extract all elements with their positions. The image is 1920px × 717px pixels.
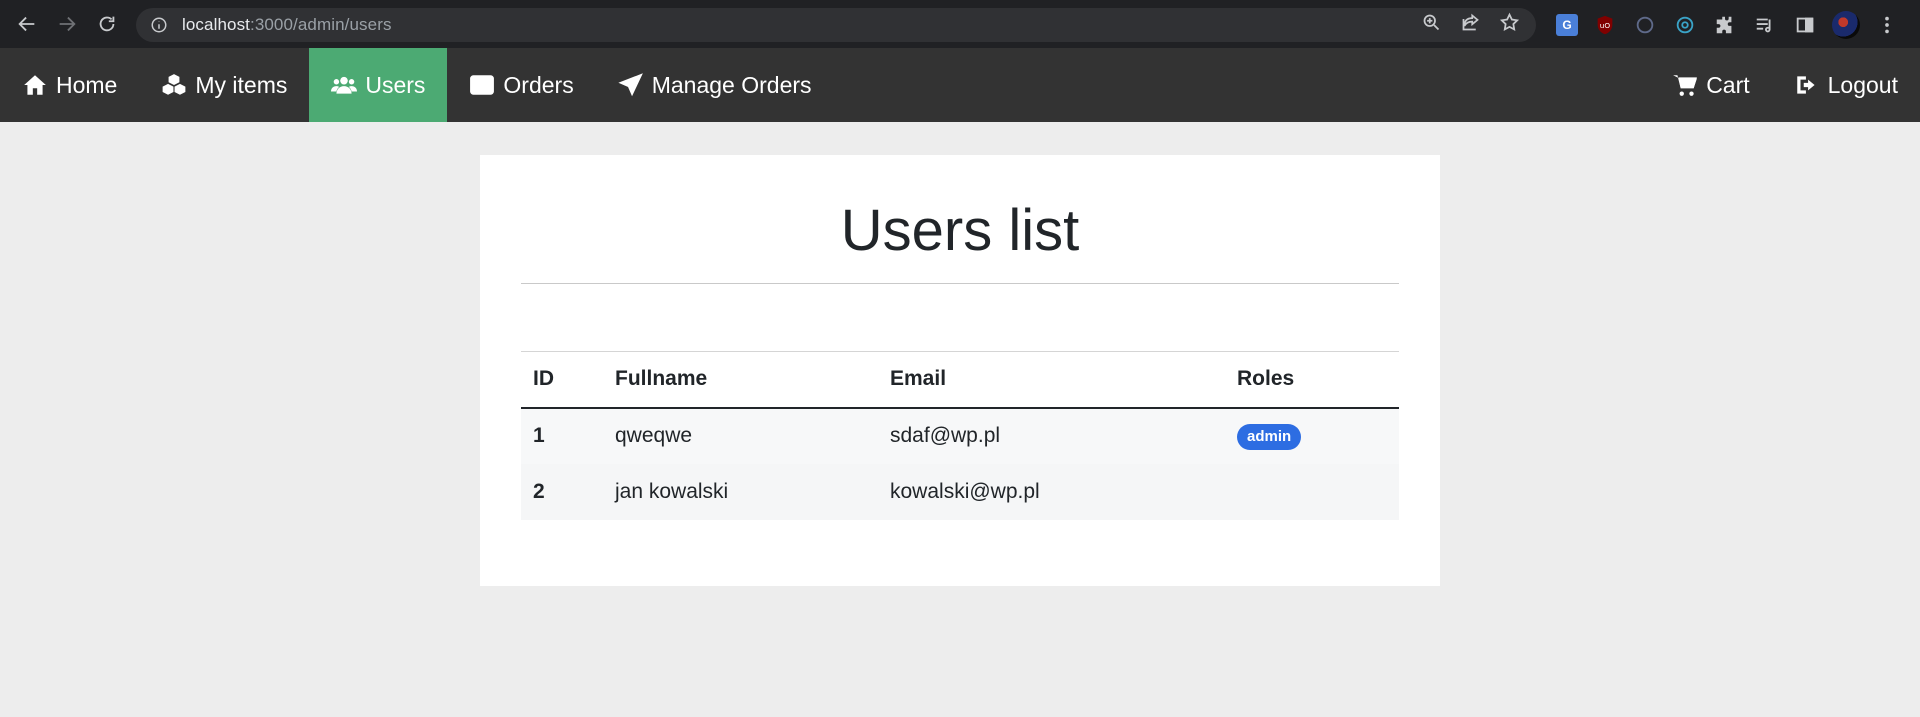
users-card: Users list ID Fullname Email Roles 1 qwe… — [480, 155, 1440, 586]
table-row: 2 jan kowalski kowalski@wp.pl — [521, 463, 1399, 520]
title-divider — [521, 283, 1399, 284]
reload-button[interactable] — [87, 4, 127, 44]
cell-id: 1 — [521, 407, 603, 464]
zoom-icon[interactable] — [1421, 12, 1442, 38]
cell-email: sdaf@wp.pl — [878, 407, 1225, 464]
cell-email: kowalski@wp.pl — [878, 463, 1225, 520]
nav-my-items-label: My items — [195, 71, 288, 98]
cell-fullname: qweqwe — [603, 407, 878, 464]
nav-manage-orders-label: Manage Orders — [651, 71, 812, 98]
nav-my-items[interactable]: My items — [139, 48, 309, 122]
main-navbar: Home My items Users Orders Manage Orders… — [0, 48, 1920, 122]
cell-fullname: jan kowalski — [603, 463, 878, 520]
reading-list-icon[interactable] — [1752, 12, 1778, 38]
extensions-area: G uO — [1556, 8, 1900, 42]
logout-icon — [1796, 76, 1815, 94]
extension-circle-icon[interactable] — [1632, 12, 1658, 38]
header-id: ID — [521, 351, 603, 409]
page-title: Users list — [840, 198, 1080, 263]
cell-roles: admin — [1225, 407, 1399, 464]
side-panel-icon[interactable] — [1792, 12, 1818, 38]
nav-orders[interactable]: Orders — [447, 48, 595, 122]
reload-icon — [99, 16, 115, 32]
ublock-label: uO — [1600, 21, 1611, 30]
users-icon — [331, 76, 358, 94]
header-email: Email — [878, 351, 1225, 409]
translate-extension-icon[interactable]: G — [1556, 14, 1578, 36]
paper-plane-icon — [618, 73, 643, 97]
url-text: localhost:3000/admin/users — [182, 15, 392, 35]
nav-manage-orders[interactable]: Manage Orders — [596, 48, 834, 122]
share-icon[interactable] — [1460, 12, 1481, 38]
nav-home[interactable]: Home — [0, 48, 139, 122]
role-badge: admin — [1237, 423, 1302, 450]
nav-logout[interactable]: Logout — [1772, 48, 1920, 122]
header-roles: Roles — [1225, 351, 1399, 409]
more-icon[interactable] — [1874, 12, 1900, 38]
cell-roles — [1225, 463, 1399, 520]
address-bar[interactable]: localhost:3000/admin/users — [136, 8, 1536, 42]
cubes-icon — [162, 74, 186, 95]
back-icon — [18, 16, 35, 32]
nav-users[interactable]: Users — [309, 48, 448, 122]
credit-card-icon — [470, 75, 495, 95]
nav-users-label: Users — [365, 71, 426, 98]
puzzle-icon[interactable] — [1712, 12, 1738, 38]
nav-cart-label: Cart — [1706, 71, 1750, 98]
url-host: localhost — [182, 15, 250, 34]
cell-id: 2 — [521, 463, 603, 520]
back-button[interactable] — [7, 4, 47, 44]
nav-cart[interactable]: Cart — [1650, 48, 1771, 122]
nav-orders-label: Orders — [503, 71, 574, 98]
ublock-icon[interactable]: uO — [1592, 12, 1618, 38]
browser-toolbar: localhost:3000/admin/users G uO — [0, 0, 1920, 48]
forward-button[interactable] — [47, 4, 87, 44]
extension-at-icon[interactable] — [1672, 12, 1698, 38]
table-row: 1 qweqwe sdaf@wp.pl admin — [521, 407, 1399, 464]
forward-icon — [59, 16, 76, 32]
nav-right-group: Cart Logout — [1650, 48, 1920, 122]
cart-icon — [1673, 75, 1698, 96]
star-icon[interactable] — [1499, 12, 1520, 38]
users-table: ID Fullname Email Roles 1 qweqwe sdaf@wp… — [521, 351, 1399, 520]
header-fullname: Fullname — [603, 351, 878, 409]
table-header-row: ID Fullname Email Roles — [521, 351, 1399, 409]
nav-logout-label: Logout — [1827, 71, 1898, 98]
url-path: :3000/admin/users — [250, 15, 392, 34]
info-icon[interactable] — [150, 16, 168, 34]
nav-home-label: Home — [56, 71, 118, 98]
home-icon — [24, 75, 46, 95]
profile-avatar[interactable] — [1832, 11, 1860, 39]
